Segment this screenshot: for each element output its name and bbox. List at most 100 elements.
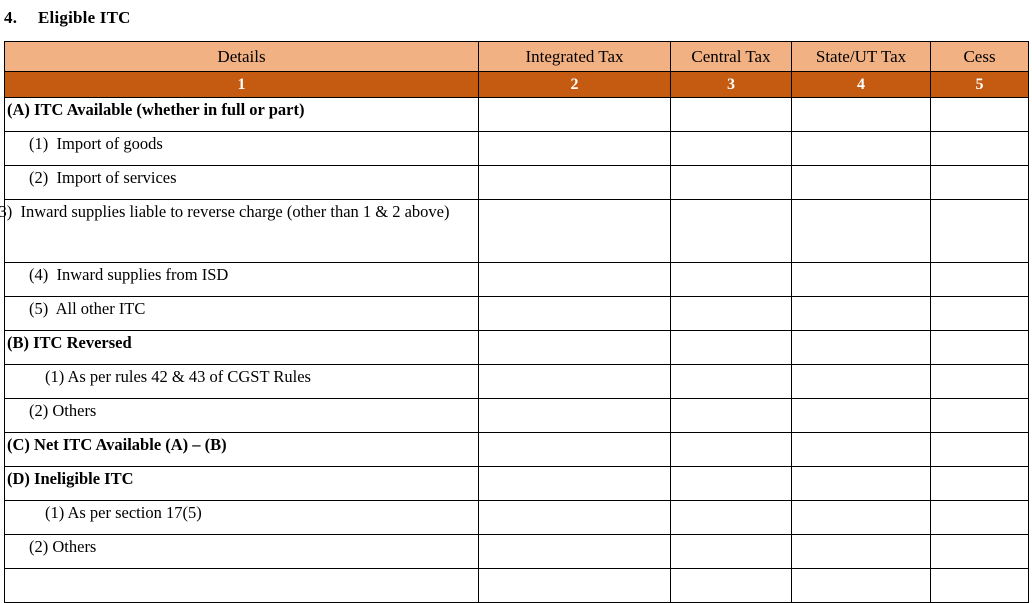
cell-cess[interactable] (930, 131, 1029, 166)
cell-central[interactable] (670, 364, 792, 399)
cell-state[interactable] (791, 398, 931, 433)
cell-central[interactable] (670, 165, 792, 200)
cell-integrated[interactable] (478, 165, 671, 200)
cell-cess[interactable] (930, 500, 1029, 535)
cell-cess[interactable] (930, 199, 1029, 263)
cell-cess[interactable] (930, 262, 1029, 297)
table-row: (1) Import of goods (4, 131, 1029, 166)
row-label-cell: (1) As per rules 42 & 43 of CGST Rules (4, 364, 479, 399)
cell-central[interactable] (670, 199, 792, 263)
cell-central[interactable] (670, 262, 792, 297)
cell-state[interactable] (791, 466, 931, 501)
column-header-central: Central Tax (670, 41, 792, 72)
row-label: (3) Inward supplies liable to reverse ch… (0, 202, 450, 221)
cell-state[interactable] (791, 97, 931, 132)
row-label: (A) ITC Available (whether in full or pa… (7, 100, 305, 119)
page-title: 4. Eligible ITC (4, 2, 504, 34)
cell-integrated[interactable] (478, 296, 671, 331)
row-label-cell: (3) Inward supplies liable to reverse ch… (0, 199, 479, 263)
row-label-cell (4, 568, 479, 603)
cell-cess[interactable] (930, 466, 1029, 501)
cell-state[interactable] (791, 568, 931, 603)
column-header-details: Details (4, 41, 479, 72)
cell-integrated[interactable] (478, 364, 671, 399)
cell-cess[interactable] (930, 534, 1029, 569)
cell-state[interactable] (791, 364, 931, 399)
cell-cess[interactable] (930, 296, 1029, 331)
cell-state[interactable] (791, 199, 931, 263)
cell-central[interactable] (670, 330, 792, 365)
cell-central[interactable] (670, 296, 792, 331)
cell-state[interactable] (791, 296, 931, 331)
cell-cess[interactable] (930, 97, 1029, 132)
table-body: (A) ITC Available (whether in full or pa… (0, 97, 1029, 603)
cell-integrated[interactable] (478, 97, 671, 132)
cell-integrated[interactable] (478, 398, 671, 433)
cell-integrated[interactable] (478, 466, 671, 501)
cell-cess[interactable] (930, 165, 1029, 200)
table-row: (3) Inward supplies liable to reverse ch… (0, 199, 1029, 263)
cell-state[interactable] (791, 534, 931, 569)
cell-state[interactable] (791, 131, 931, 166)
cell-cess[interactable] (930, 568, 1029, 603)
cell-cess[interactable] (930, 398, 1029, 433)
cell-central[interactable] (670, 97, 792, 132)
cell-state[interactable] (791, 500, 931, 535)
table-row: (C) Net ITC Available (A) – (B) (4, 432, 1029, 467)
cell-cess[interactable] (930, 330, 1029, 365)
table-row: (B) ITC Reversed (4, 330, 1029, 365)
column-header-state: State/UT Tax (791, 41, 931, 72)
row-label-cell: (A) ITC Available (whether in full or pa… (4, 97, 479, 132)
cell-cess[interactable] (930, 364, 1029, 399)
row-label: (2) Others (29, 401, 97, 420)
table-row: (1) As per section 17(5) (4, 500, 1029, 535)
column-number-integrated: 2 (478, 71, 671, 98)
column-header-integrated: Integrated Tax (478, 41, 671, 72)
cell-integrated[interactable] (478, 330, 671, 365)
cell-central[interactable] (670, 398, 792, 433)
cell-integrated[interactable] (478, 500, 671, 535)
table-row: (D) Ineligible ITC (4, 466, 1029, 501)
row-label-cell: (2) Import of services (4, 165, 479, 200)
cell-integrated[interactable] (478, 262, 671, 297)
cell-central[interactable] (670, 131, 792, 166)
section-title-text: Eligible ITC (38, 8, 131, 27)
row-label-cell: (4) Inward supplies from ISD (4, 262, 479, 297)
section-number: 4. (4, 8, 18, 27)
table-row: (2) Import of services (4, 165, 1029, 200)
cell-central[interactable] (670, 466, 792, 501)
cell-state[interactable] (791, 432, 931, 467)
table-header-numbers-row: 12345 (4, 71, 1029, 98)
row-label-cell: (B) ITC Reversed (4, 330, 479, 365)
cell-central[interactable] (670, 534, 792, 569)
row-label-cell: (D) Ineligible ITC (4, 466, 479, 501)
cell-central[interactable] (670, 500, 792, 535)
table-header-labels-row: Details Integrated Tax Central Tax State/UT… (4, 41, 1029, 72)
row-label: (D) Ineligible ITC (7, 469, 134, 488)
table-row: (A) ITC Available (whether in full or pa… (4, 97, 1029, 132)
cell-state[interactable] (791, 262, 931, 297)
cell-central[interactable] (670, 432, 792, 467)
document-page: 4. Eligible ITC Details Integrated Tax Cen… (0, 0, 1032, 603)
row-label: (1) As per rules 42 & 43 of CGST Rules (45, 367, 311, 386)
cell-state[interactable] (791, 330, 931, 365)
cell-integrated[interactable] (478, 131, 671, 166)
column-number-central: 3 (670, 71, 792, 98)
row-label-cell: (C) Net ITC Available (A) – (B) (4, 432, 479, 467)
cell-cess[interactable] (930, 432, 1029, 467)
column-number-cess: 5 (930, 71, 1029, 98)
row-label-cell: (1) Import of goods (4, 131, 479, 166)
cell-state[interactable] (791, 165, 931, 200)
cell-integrated[interactable] (478, 432, 671, 467)
column-number-state: 4 (791, 71, 931, 98)
row-label: (C) Net ITC Available (A) – (B) (7, 435, 227, 454)
cell-central[interactable] (670, 568, 792, 603)
cell-integrated[interactable] (478, 568, 671, 603)
cell-integrated[interactable] (478, 534, 671, 569)
row-label: (4) Inward supplies from ISD (29, 265, 229, 284)
row-label: (2) Others (29, 537, 97, 556)
table-row: (1) As per rules 42 & 43 of CGST Rules (4, 364, 1029, 399)
table-row: (4) Inward supplies from ISD (4, 262, 1029, 297)
cell-integrated[interactable] (478, 199, 671, 263)
table-row (4, 568, 1029, 603)
